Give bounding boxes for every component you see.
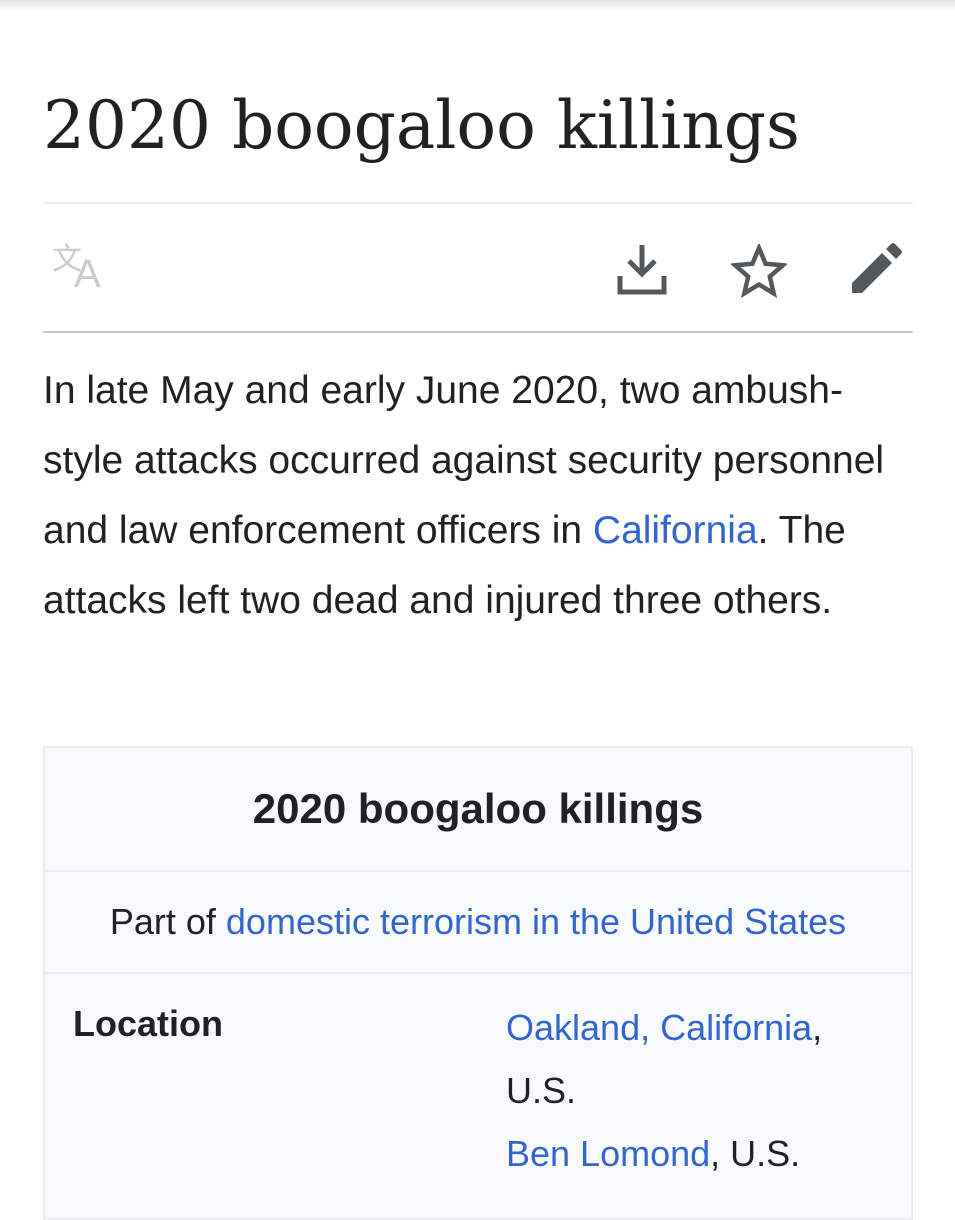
page-title: 2020 boogaloo killings	[43, 87, 800, 164]
location-country: , U.S.	[710, 1133, 801, 1174]
location-value: Oakland, California, U.S. Ben Lomond, U.…	[506, 996, 886, 1185]
oakland-link[interactable]: Oakland, California	[506, 1007, 812, 1048]
location-line-1: Oakland, California,	[506, 996, 886, 1059]
download-icon[interactable]	[616, 243, 668, 295]
location-separator: ,	[812, 1007, 823, 1048]
pencil-icon[interactable]	[850, 243, 902, 295]
translate-icon[interactable]: 文 A	[50, 244, 108, 296]
top-bar-shadow	[0, 0, 955, 12]
title-divider	[43, 202, 913, 204]
california-link[interactable]: California	[593, 509, 758, 552]
location-label: Location	[73, 1003, 223, 1044]
infobox-part-of: Part of domestic terrorism in the United…	[45, 872, 911, 974]
star-icon[interactable]	[729, 242, 789, 299]
infobox-title: 2020 boogaloo killings	[45, 748, 911, 872]
infobox: 2020 boogaloo killings Part of domestic …	[43, 746, 913, 1220]
translate-glyph-a: A	[74, 252, 101, 296]
part-of-label: Part of	[109, 901, 216, 942]
ben-lomond-link[interactable]: Ben Lomond	[506, 1133, 710, 1174]
location-line-2: U.S.	[506, 1070, 577, 1111]
lead-paragraph: In late May and early June 2020, two amb…	[43, 356, 918, 636]
location-line-3: Ben Lomond, U.S.	[506, 1122, 886, 1185]
toolbar-divider	[43, 331, 913, 333]
domestic-terrorism-link[interactable]: domestic terrorism in the United States	[226, 901, 846, 943]
